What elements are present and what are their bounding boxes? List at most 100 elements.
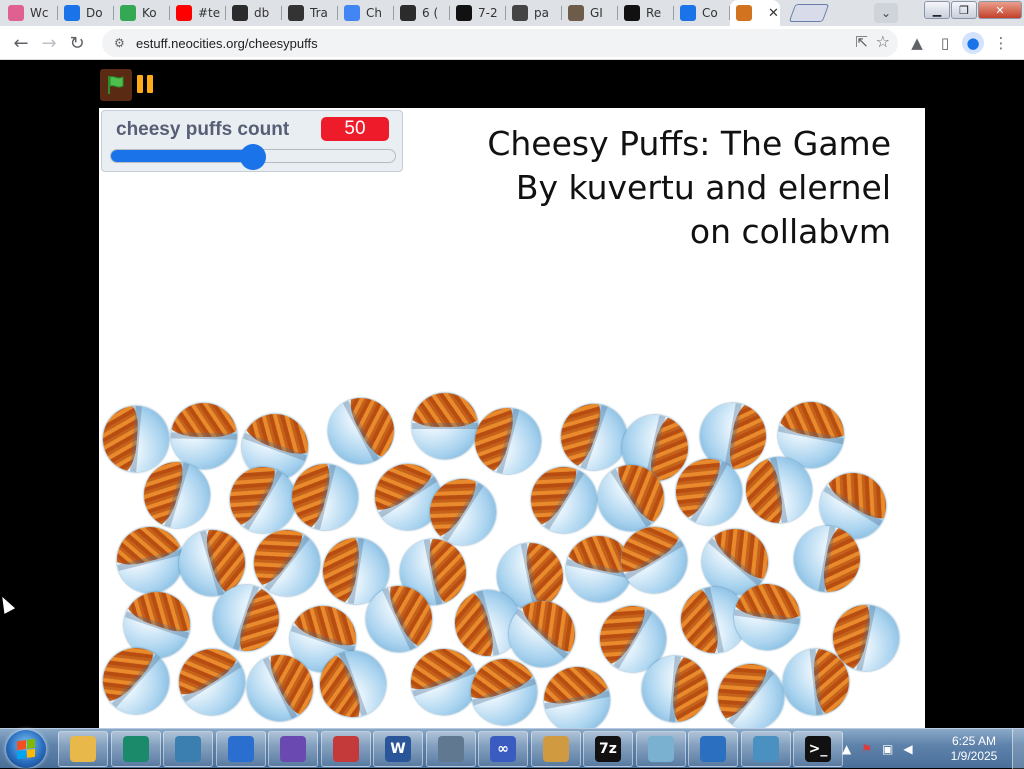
site-info-icon[interactable]: ⚙: [114, 36, 128, 50]
tab-label: Re: [646, 6, 662, 20]
tab-gimp[interactable]: GI: [562, 2, 618, 24]
cheese-puffs: [411, 392, 478, 428]
tab-youtube[interactable]: #te: [170, 2, 226, 24]
cheesy-puffs-bowl: [285, 456, 366, 537]
tab-cheesy-puffs[interactable]: ✕: [730, 0, 780, 26]
title-line: on collabvm: [689, 212, 891, 251]
tab-label: 7-2: [478, 6, 498, 20]
tab-pinwheel[interactable]: Wc: [2, 2, 58, 24]
tab-search[interactable]: Co: [674, 2, 730, 24]
restore-button[interactable]: ❐: [951, 1, 977, 19]
green-flag-icon: [108, 76, 124, 94]
tab-search-button[interactable]: ⌄: [874, 3, 898, 23]
tab-label: Ko: [142, 6, 157, 20]
action-center-icon[interactable]: ⚑: [861, 742, 872, 756]
tab-close-icon[interactable]: ✕: [768, 6, 779, 21]
tab-label: GI: [590, 6, 603, 20]
gimp-icon: [568, 5, 584, 21]
infinity-icon: ∞: [490, 736, 516, 762]
search-icon: [680, 5, 696, 21]
taskbar-app-spiky-ball[interactable]: [268, 731, 318, 767]
transfer-icon: [700, 736, 726, 762]
github-icon: [624, 5, 640, 21]
cheese-puffs: [121, 583, 200, 639]
youtube-icon: [176, 5, 192, 21]
word-icon: W: [385, 736, 411, 762]
minimize-button[interactable]: ▁: [924, 1, 950, 19]
taskbar-app-paint-splat[interactable]: [320, 731, 371, 767]
show-desktop-button[interactable]: [1012, 729, 1024, 769]
paint-splat-icon: [332, 736, 359, 762]
pause-bar-icon: [147, 75, 153, 93]
monitor-slider-thumb[interactable]: [240, 144, 266, 170]
tab-maps-pin[interactable]: Ko: [114, 2, 170, 24]
cheesy-puffs-bowl: [316, 386, 406, 477]
taskbar-app-notes[interactable]: [635, 731, 686, 767]
taskbar-app-usb[interactable]: [215, 731, 266, 767]
explorer-icon: [70, 736, 96, 762]
tab-github[interactable]: Re: [618, 2, 674, 24]
usb-icon: [227, 736, 254, 762]
terminal-icon: [400, 5, 416, 21]
side-panel-icon[interactable]: ▯: [934, 32, 956, 54]
tray-expand-icon[interactable]: ▲: [842, 742, 851, 756]
tab-7zip[interactable]: 7-2: [450, 2, 506, 24]
network-tray-icon[interactable]: ▣: [882, 742, 893, 756]
tab-terminal[interactable]: 6 (: [394, 2, 450, 24]
taskbar-app-transfer[interactable]: [688, 731, 738, 767]
tab-chrome[interactable]: Ch: [338, 2, 394, 24]
taskbar-app-cycle-app[interactable]: [110, 731, 161, 767]
pause-bar-icon: [137, 75, 143, 93]
close-window-button[interactable]: ✕: [978, 1, 1022, 19]
menu-kebab-icon[interactable]: ⋮: [990, 32, 1012, 54]
spiky-ball-icon: [280, 736, 306, 762]
taskbar-app-explorer[interactable]: [58, 731, 108, 767]
window-controls: ▁ ❐ ✕: [924, 1, 1022, 19]
taskbar-app-network[interactable]: [740, 731, 791, 767]
new-tab-button[interactable]: [788, 4, 830, 22]
cheesy-puffs-bowl: [730, 579, 805, 654]
tab-strip: ⌄ ▁ ❐ ✕ Wc Do Ko #te db Tra Ch 6 ( 7-2 pa GI Re Co ✕: [0, 0, 1024, 26]
share-icon[interactable]: ⇱: [855, 33, 868, 51]
browser-toolbar: ← → ↻ ⚙ estuff.neocities.org/cheesypuffs…: [0, 26, 1024, 60]
taskbar-app-cmd[interactable]: >_: [793, 731, 843, 767]
7zip-app-icon: 7z: [595, 736, 621, 762]
reload-button[interactable]: ↻: [64, 30, 90, 56]
green-flag-button[interactable]: [100, 69, 132, 101]
cmd-icon: >_: [805, 736, 831, 762]
tab-label: Co: [702, 6, 718, 20]
palette-icon: [542, 736, 569, 762]
forward-button[interactable]: →: [36, 30, 62, 56]
tab-terminal[interactable]: db: [226, 2, 282, 24]
tab-label: Tra: [310, 6, 328, 20]
tab-label: 6 (: [422, 6, 439, 20]
terminal-icon: [232, 5, 248, 21]
back-button[interactable]: ←: [8, 30, 34, 56]
taskbar-app-word[interactable]: W: [373, 731, 423, 767]
taskbar-app-7zip-app[interactable]: 7z: [583, 731, 633, 767]
tab-label: db: [254, 6, 270, 20]
lightbulb-icon: [288, 5, 304, 21]
bookmark-star-icon[interactable]: ☆: [876, 32, 890, 51]
profile-avatar[interactable]: ●: [962, 32, 984, 54]
game-stage[interactable]: cheesy puffs count 50 Cheesy Puffs: The …: [99, 108, 925, 728]
download-icon: [64, 5, 80, 21]
cheese-puffs: [310, 649, 367, 727]
tab-lightbulb[interactable]: Tra: [282, 2, 338, 24]
bowl-rim: [411, 423, 478, 430]
taskbar-app-infinity[interactable]: ∞: [478, 731, 528, 767]
address-bar[interactable]: ⚙ estuff.neocities.org/cheesypuffs ⇱ ☆: [102, 29, 898, 57]
volume-icon[interactable]: ◀: [903, 742, 912, 756]
taskbar-clock[interactable]: 6:25 AM 1/9/2025: [940, 734, 1008, 764]
tab-trash[interactable]: pa: [506, 2, 562, 24]
taskbar-app-security-shield[interactable]: [425, 731, 476, 767]
taskbar-app-globe[interactable]: [163, 731, 213, 767]
notes-icon: [647, 736, 674, 762]
pause-button[interactable]: [137, 75, 155, 95]
cheesy-puffs-bowl: [538, 660, 616, 728]
trash-icon: [512, 5, 528, 21]
labs-flask-icon[interactable]: ▲: [906, 32, 928, 54]
taskbar-app-palette[interactable]: [530, 731, 581, 767]
start-button[interactable]: [6, 730, 46, 768]
tab-download[interactable]: Do: [58, 2, 114, 24]
